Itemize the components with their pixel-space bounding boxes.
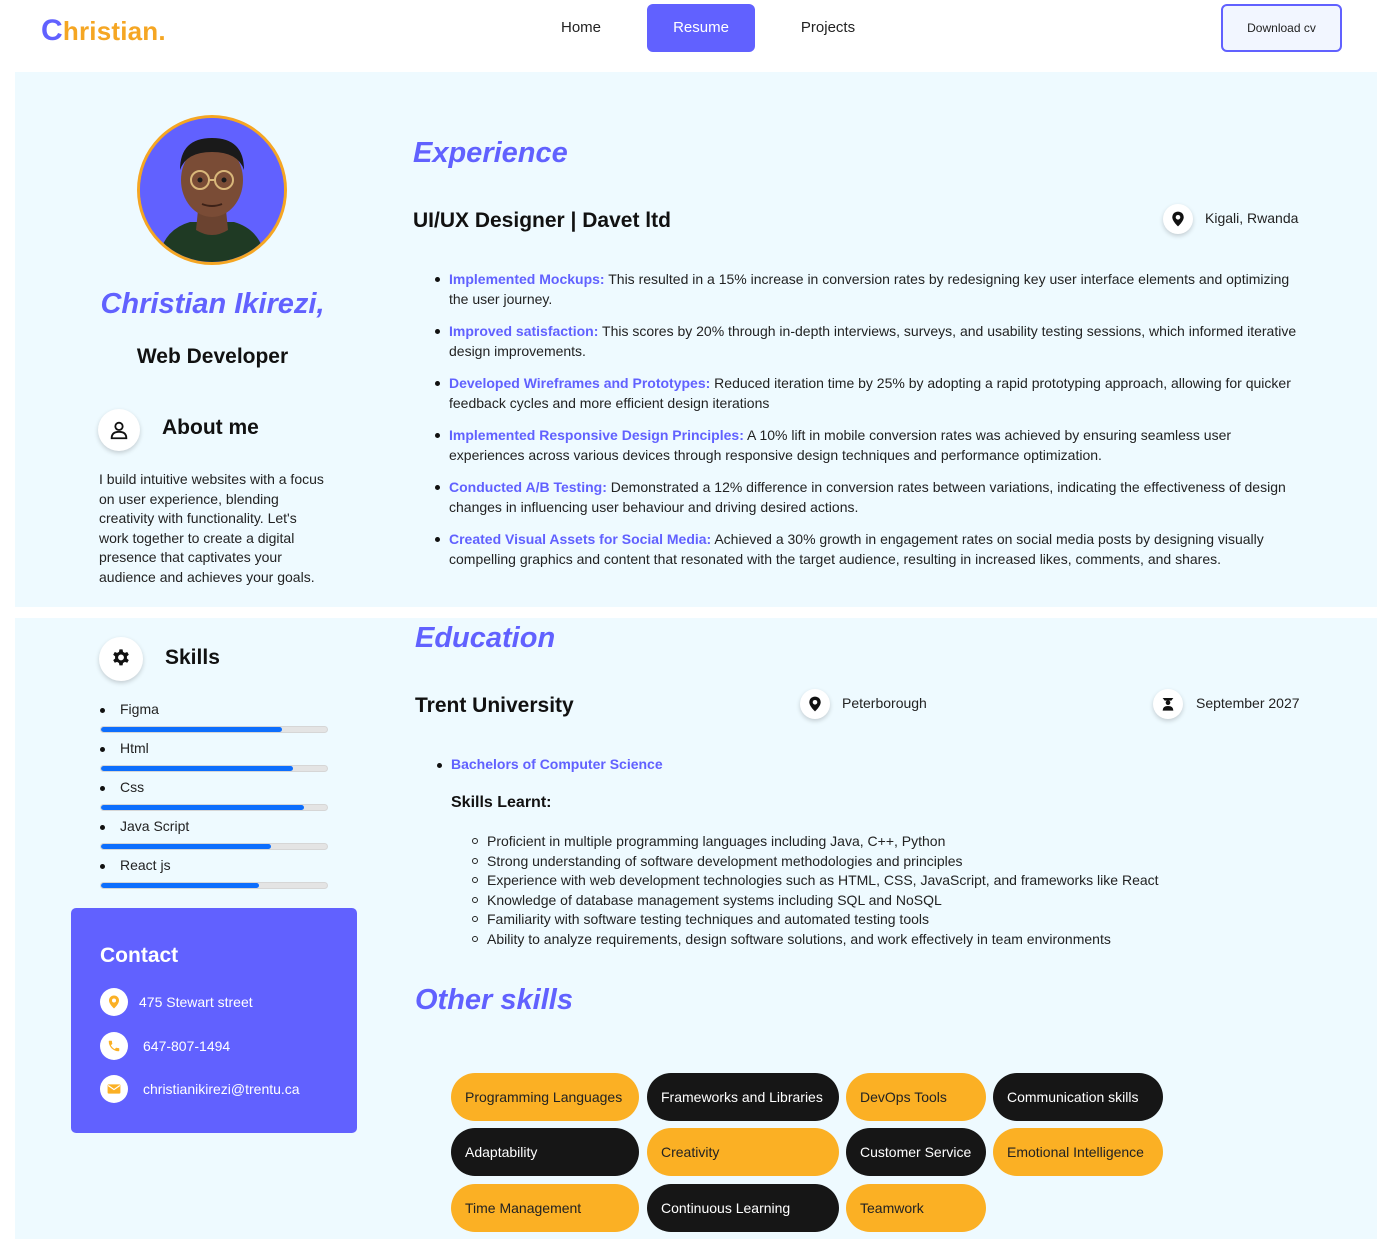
skill-label: Figma — [99, 701, 329, 719]
skill-item: Css — [99, 779, 329, 811]
brand-logo[interactable]: Christian. — [41, 14, 166, 48]
skill-label: Html — [99, 740, 329, 758]
skill-tag: Continuous Learning — [647, 1184, 839, 1232]
skill-progress-bar — [100, 882, 328, 889]
contact-title: Contact — [100, 944, 179, 967]
phone-icon — [100, 1032, 128, 1060]
skill-label: React js — [99, 857, 329, 875]
user-icon — [98, 409, 140, 451]
top-navbar: Christian. Home Resume Projects Download… — [0, 0, 1377, 72]
list-item: Familiarity with software testing techni… — [472, 910, 1159, 930]
skills-title: Skills — [165, 646, 220, 669]
skill-tag: Frameworks and Libraries — [647, 1073, 839, 1121]
skill-progress-bar — [100, 765, 328, 772]
profile-avatar — [137, 115, 287, 265]
list-item: Implemented Responsive Design Principles… — [435, 426, 1309, 465]
envelope-icon — [100, 1075, 128, 1103]
skill-tag: Time Management — [451, 1184, 639, 1232]
other-skills-title: Other skills — [415, 984, 573, 1016]
skills-learnt-list: Proficient in multiple programming langu… — [472, 832, 1159, 950]
skill-tag: Customer Service — [846, 1128, 986, 1176]
school-name: Trent University — [415, 694, 574, 717]
about-title: About me — [162, 416, 259, 439]
experience-list: Implemented Mockups: This resulted in a … — [435, 270, 1309, 582]
skill-label: Css — [99, 779, 329, 797]
education-title: Education — [415, 622, 556, 654]
list-item: Experience with web development technolo… — [472, 871, 1159, 891]
list-item: Proficient in multiple programming langu… — [472, 832, 1159, 852]
skills-learnt-title: Skills Learnt: — [451, 794, 552, 811]
list-item: Conducted A/B Testing: Demonstrated a 12… — [435, 478, 1309, 517]
list-item: Ability to analyze requirements, design … — [472, 930, 1159, 950]
skill-progress-bar — [100, 726, 328, 733]
skill-label: Java Script — [99, 818, 329, 836]
skill-item: Java Script — [99, 818, 329, 850]
download-cv-button[interactable]: Download cv — [1221, 4, 1342, 52]
nav-projects[interactable]: Projects — [786, 4, 870, 52]
skill-tag: Teamwork — [846, 1184, 986, 1232]
list-item: Implemented Mockups: This resulted in a … — [435, 270, 1309, 309]
skill-tag: DevOps Tools — [846, 1073, 986, 1121]
location-pin-icon — [100, 988, 128, 1016]
contact-address: 475 Stewart street — [139, 994, 253, 1010]
location-pin-icon — [800, 689, 830, 719]
profile-role: Web Developer — [136, 345, 289, 368]
skill-tag: Communication skills — [993, 1073, 1163, 1121]
gear-icon — [99, 637, 143, 681]
nav-home[interactable]: Home — [540, 4, 622, 52]
nav-resume[interactable]: Resume — [647, 4, 755, 52]
about-text: I build intuitive websites with a focus … — [99, 471, 324, 585]
experience-title: Experience — [413, 137, 568, 169]
degree-name: Bachelors of Computer Science — [437, 756, 663, 772]
person-portrait-icon — [140, 118, 284, 262]
list-item: Improved satisfaction: This scores by 20… — [435, 322, 1309, 361]
job-location: Kigali, Rwanda — [1205, 210, 1299, 226]
location-pin-icon — [1163, 204, 1193, 234]
profile-name: Christian Ikirezi, — [100, 288, 325, 320]
school-location: Peterborough — [842, 695, 927, 711]
list-item: Strong understanding of software develop… — [472, 852, 1159, 872]
list-item: Created Visual Assets for Social Media: … — [435, 530, 1309, 569]
skill-item: Figma — [99, 701, 329, 733]
skill-item: Html — [99, 740, 329, 772]
graduate-icon — [1153, 689, 1183, 719]
contact-phone[interactable]: 647-807-1494 — [143, 1038, 230, 1054]
graduation-date: September 2027 — [1196, 695, 1300, 711]
skill-tag: Emotional Intelligence — [993, 1128, 1163, 1176]
list-item: Knowledge of database management systems… — [472, 891, 1159, 911]
job-title: UI/UX Designer | Davet ltd — [413, 209, 671, 232]
contact-email[interactable]: christianikirezi@trentu.ca — [143, 1081, 300, 1097]
skill-tag: Creativity — [647, 1128, 839, 1176]
skill-tag: Adaptability — [451, 1128, 639, 1176]
contact-card: Contact 475 Stewart street 647-807-1494 … — [71, 908, 357, 1133]
list-item: Developed Wireframes and Prototypes: Red… — [435, 374, 1309, 413]
skill-progress-bar — [100, 843, 328, 850]
skill-progress-bar — [100, 804, 328, 811]
skill-tag: Programming Languages — [451, 1073, 639, 1121]
skill-item: React js — [99, 857, 329, 889]
